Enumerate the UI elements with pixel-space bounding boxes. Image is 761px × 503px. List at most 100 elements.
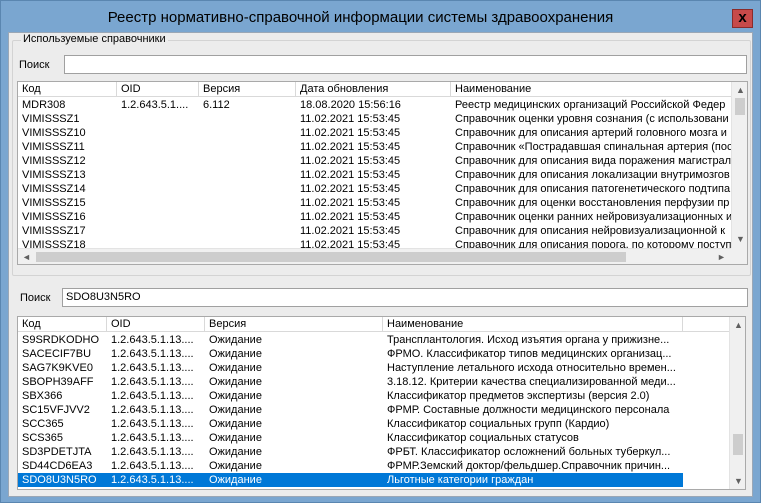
scroll-thumb[interactable] xyxy=(735,98,745,115)
table-cell: 1.2.643.5.1.13.... xyxy=(111,446,194,458)
table-row[interactable]: SBOPH39AFF 1.2.643.5.1.13.... Ожидание 3.18… xyxy=(18,375,683,389)
table-cell: Ожидание xyxy=(209,404,262,416)
column-header[interactable]: Версия xyxy=(199,82,296,97)
table-cell: Справочник для описания патогенетическог… xyxy=(455,183,731,195)
table-cell: 11.02.2021 15:53:45 xyxy=(300,169,401,181)
table-cell: 11.02.2021 15:53:45 xyxy=(300,211,401,223)
scroll-right-icon[interactable]: ► xyxy=(713,249,730,264)
table-row[interactable]: SBX366 1.2.643.5.1.13.... Ожидание Классифи… xyxy=(18,389,683,403)
table-cell: Ожидание xyxy=(209,432,262,444)
table-cell: Справочник оценки уровня сознания (с исп… xyxy=(455,113,729,125)
horizontal-scrollbar[interactable]: ◄ ► xyxy=(18,248,731,264)
column-header[interactable]: Версия xyxy=(205,317,383,332)
table-cell: VIMISSSZ11 xyxy=(22,141,85,153)
table-cell: VIMISSSZ12 xyxy=(22,155,86,167)
table-cell: Справочник «Пострадавшая спинальная арте… xyxy=(455,141,732,153)
table-row[interactable]: SCC365 1.2.643.5.1.13.... Ожидание Классифи… xyxy=(18,417,683,431)
table-cell: SBOPH39AFF xyxy=(22,376,94,388)
table-cell: Ожидание xyxy=(209,376,262,388)
scroll-up-icon[interactable]: ▲ xyxy=(732,82,747,99)
table-cell xyxy=(117,168,199,182)
table-cell xyxy=(199,210,296,224)
table-cell: S9SRDKODHO xyxy=(22,334,100,346)
vertical-scrollbar[interactable]: ▲ ▼ xyxy=(731,82,747,248)
table-cell: Классификатор социальных групп (Кардио) xyxy=(387,418,610,430)
table-row[interactable]: SD44CD6EA3 1.2.643.5.1.13.... Ожидание ФРМР… xyxy=(18,459,683,473)
table-row[interactable]: VIMISSSZ10 11.02.2021 15:53:45 Справочник … xyxy=(18,126,732,140)
table-row[interactable]: VIMISSSZ17 11.02.2021 15:53:45 Справочник … xyxy=(18,224,732,238)
table-cell: Ожидание xyxy=(209,362,262,374)
table-cell: 6.112 xyxy=(203,99,230,111)
column-header[interactable]: Наименование xyxy=(383,317,683,332)
scroll-thumb-horizontal[interactable] xyxy=(36,252,626,262)
table-cell: Классификатор предметов экспертизы (верс… xyxy=(387,390,650,402)
table-row[interactable]: VIMISSSZ14 11.02.2021 15:53:45 Справочник … xyxy=(18,182,732,196)
table-cell: VIMISSSZ14 xyxy=(22,183,86,195)
used-search-input[interactable] xyxy=(64,55,747,74)
table-cell: 1.2.643.5.1.13.... xyxy=(111,474,194,486)
table-row[interactable]: VIMISSSZ13 11.02.2021 15:53:45 Справочник … xyxy=(18,168,732,182)
column-header[interactable]: Код xyxy=(18,317,107,332)
table-row[interactable]: VIMISSSZ12 11.02.2021 15:53:45 Справочник … xyxy=(18,154,732,168)
table-row[interactable]: VIMISSSZ11 11.02.2021 15:53:45 Справочник … xyxy=(18,140,732,154)
column-header[interactable]: Наименование xyxy=(451,82,732,97)
scroll-down-icon[interactable]: ▼ xyxy=(730,473,745,489)
search-label: Поиск xyxy=(19,59,50,71)
table-row[interactable]: SCS365 1.2.643.5.1.13.... Ожидание Классифи… xyxy=(18,431,683,445)
column-header[interactable]: Код xyxy=(18,82,117,97)
table-cell: Справочник для оценки восстановления пер… xyxy=(455,197,730,209)
table-cell: Справочник оценки ранних нейровизуализац… xyxy=(455,211,732,223)
table-row-selected[interactable]: SDO8U3N5RO 1.2.643.5.1.13.... Ожидание Льго… xyxy=(18,473,683,487)
bottom-search-input[interactable]: SDO8U3N5RO xyxy=(62,288,748,307)
table-cell: SD3PDETJTA xyxy=(22,446,92,458)
table-cell xyxy=(199,126,296,140)
table-cell: Ожидание xyxy=(209,460,262,472)
column-header[interactable]: OID xyxy=(117,82,199,97)
scroll-corner xyxy=(731,248,747,264)
table-cell: Льготные категории граждан xyxy=(387,474,534,486)
table-cell: Классификатор социальных статусов xyxy=(387,432,579,444)
table-row[interactable]: SAG7K9KVE0 1.2.643.5.1.13.... Ожидание Наст… xyxy=(18,361,683,375)
table-cell: Ожидание xyxy=(209,446,262,458)
vertical-scrollbar[interactable]: ▲ ▼ xyxy=(729,317,745,489)
table-cell: Реестр медицинских организаций Российско… xyxy=(455,99,726,111)
scroll-up-icon[interactable]: ▲ xyxy=(730,317,745,334)
table-cell: SC15VFJVV2 xyxy=(22,404,90,416)
table-cell: 1.2.643.5.1.13.... xyxy=(111,432,194,444)
close-button[interactable]: x xyxy=(732,9,753,28)
used-dictionaries-group: Используемые справочники Поиск Код OID Вер… xyxy=(12,33,751,276)
table-cell: 18.08.2020 15:56:16 xyxy=(300,99,401,111)
table-cell: SACECIF7BU xyxy=(22,348,92,360)
table-cell: ФРМО. Классификатор типов медицинских ор… xyxy=(387,348,672,360)
client-area: Используемые справочники Поиск Код OID Вер… xyxy=(8,32,753,497)
table-cell: VIMISSSZ10 xyxy=(22,127,86,139)
group-caption: Используемые справочники xyxy=(21,33,168,45)
table-row[interactable]: SD3PDETJTA 1.2.643.5.1.13.... Ожидание ФРБТ… xyxy=(18,445,683,459)
table-cell: 11.02.2021 15:53:45 xyxy=(300,127,401,139)
table-row[interactable]: SC15VFJVV2 1.2.643.5.1.13.... Ожидание ФРМР… xyxy=(18,403,683,417)
column-header[interactable]: Дата обновления xyxy=(296,82,451,97)
scroll-down-icon[interactable]: ▼ xyxy=(732,231,747,248)
table-row[interactable]: VIMISSSZ1 11.02.2021 15:53:45 Справочник о… xyxy=(18,112,732,126)
table-cell xyxy=(199,154,296,168)
table-cell: VIMISSSZ17 xyxy=(22,225,86,237)
title-bar[interactable]: Реестр нормативно-справочной информации … xyxy=(1,1,760,33)
grid-rows: S9SRDKODHO 1.2.643.5.1.13.... Ожидание Тран… xyxy=(18,333,683,487)
bottom-search-label: Поиск xyxy=(20,292,51,304)
table-cell: 11.02.2021 15:53:45 xyxy=(300,141,401,153)
table-row[interactable]: VIMISSSZ15 11.02.2021 15:53:45 Справочник … xyxy=(18,196,732,210)
table-cell: Справочник для описания вида поражения м… xyxy=(455,155,732,167)
table-row[interactable]: S9SRDKODHO 1.2.643.5.1.13.... Ожидание Тран… xyxy=(18,333,683,347)
table-cell: 11.02.2021 15:53:45 xyxy=(300,197,401,209)
app-window: Реестр нормативно-справочной информации … xyxy=(0,0,761,503)
scroll-thumb[interactable] xyxy=(733,434,743,455)
table-row[interactable]: SACECIF7BU 1.2.643.5.1.13.... Ожидание ФРМО… xyxy=(18,347,683,361)
table-cell xyxy=(199,140,296,154)
table-cell: Ожидание xyxy=(209,474,262,486)
table-cell: SCS365 xyxy=(22,432,63,444)
table-row[interactable]: MDR308 1.2.643.5.1.... 6.112 18.08.2020 15:… xyxy=(18,98,732,112)
scroll-left-icon[interactable]: ◄ xyxy=(18,249,35,264)
table-row[interactable]: VIMISSSZ16 11.02.2021 15:53:45 Справочник … xyxy=(18,210,732,224)
column-header[interactable]: OID xyxy=(107,317,205,332)
grid-header: Код OID Версия Наименование xyxy=(18,317,730,332)
